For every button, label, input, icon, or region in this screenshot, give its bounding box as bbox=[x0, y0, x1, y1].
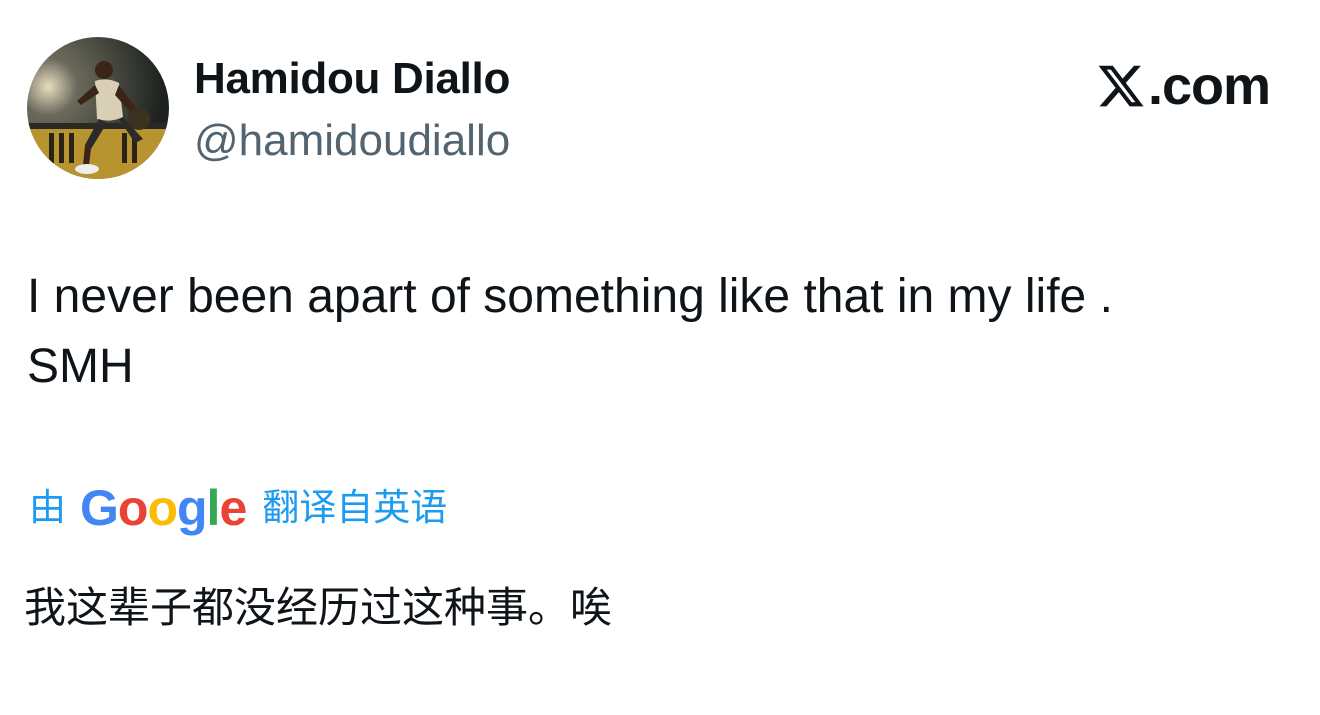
avatar-image bbox=[27, 37, 169, 179]
tweet-text-line: SMH bbox=[27, 340, 134, 393]
google-logo: Google bbox=[80, 480, 247, 536]
tweet-text: I never been apart of something like tha… bbox=[27, 262, 1297, 402]
author-handle[interactable]: @hamidoudiallo bbox=[194, 114, 510, 168]
translated-by-google[interactable]: 由 Google 翻译自英语 bbox=[29, 478, 447, 538]
x-com-brand[interactable]: .com bbox=[1096, 56, 1271, 116]
brand-text: .com bbox=[1147, 56, 1271, 116]
translate-prefix: 由 bbox=[29, 487, 66, 528]
translated-tweet-text: 我这辈子都没经历过这种事。唉 bbox=[24, 584, 613, 631]
tweet-card: Hamidou Diallo @hamidoudiallo .com I nev… bbox=[0, 0, 1320, 715]
translate-suffix: 翻译自英语 bbox=[262, 487, 448, 528]
x-logo-icon bbox=[1098, 65, 1144, 107]
avatar[interactable] bbox=[27, 37, 169, 179]
author-display-name[interactable]: Hamidou Diallo bbox=[194, 52, 510, 106]
tweet-text-line: I never been apart of something like tha… bbox=[27, 270, 1113, 323]
